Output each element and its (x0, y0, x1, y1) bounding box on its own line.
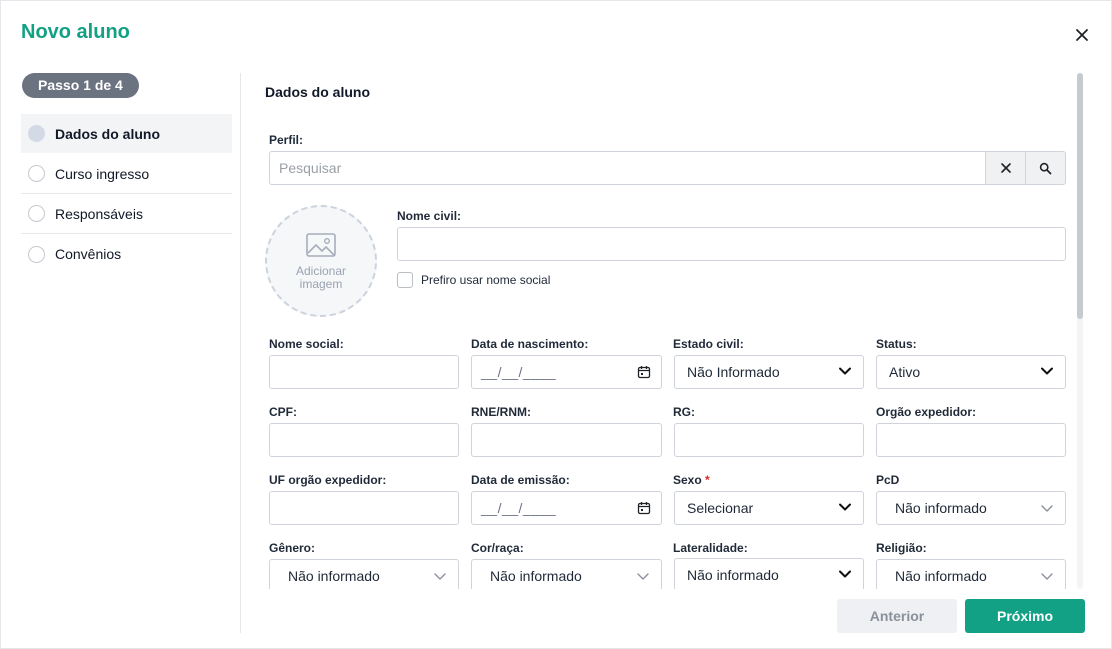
cor-raca-label: Cor/raça: (471, 541, 524, 555)
lateralidade-select[interactable]: Não informado (674, 558, 864, 589)
orgao-expedidor-label: Orgão expedidor: (876, 405, 977, 419)
nome-social-label: Nome social: (269, 337, 344, 351)
calendar-icon (637, 502, 651, 515)
pcd-select[interactable]: Não informado (876, 491, 1066, 525)
add-image-label: Adicionar imagem (295, 264, 347, 291)
genero-label: Gênero: (269, 541, 316, 555)
data-nascimento-label: Data de nascimento: (471, 337, 589, 351)
orgao-expedidor-input[interactable] (876, 423, 1066, 457)
religiao-label: Religião: (876, 541, 927, 555)
chevron-down-icon (434, 573, 446, 580)
data-emissao-label: Data de emissão: (471, 473, 570, 487)
estado-civil-value: Não Informado (687, 364, 780, 380)
estado-civil-select[interactable]: Não Informado (674, 355, 864, 389)
pcd-value: Não informado (895, 500, 987, 516)
nome-civil-label: Nome civil: (397, 209, 462, 223)
religiao-select[interactable]: Não informado (876, 559, 1066, 589)
chevron-down-icon (839, 367, 851, 375)
pcd-label: PcD (876, 473, 900, 487)
lateralidade-value: Não informado (687, 567, 779, 583)
step-responsaveis[interactable]: Responsáveis (21, 194, 232, 234)
clear-button[interactable] (985, 152, 1025, 184)
rg-input[interactable] (674, 423, 864, 457)
step-label: Convênios (55, 246, 122, 262)
step-label: Dados do aluno (55, 125, 160, 142)
scrollbar[interactable] (1077, 73, 1083, 589)
close-icon (1000, 163, 1011, 173)
chevron-down-icon (1041, 367, 1053, 375)
rne-input[interactable] (471, 423, 662, 457)
rg-label: RG: (673, 405, 695, 419)
data-emissao-input[interactable]: __/__/____ (471, 491, 662, 525)
close-icon[interactable] (1072, 25, 1092, 45)
perfil-label: Perfil: (269, 133, 304, 147)
cor-raca-value: Não informado (490, 568, 582, 584)
cor-raca-select[interactable]: Não informado (471, 559, 662, 589)
previous-button[interactable]: Anterior (837, 599, 957, 633)
checkbox-icon[interactable] (397, 272, 413, 288)
search-button[interactable] (1025, 152, 1065, 184)
data-nascimento-input[interactable]: __/__/____ (471, 355, 662, 389)
nome-social-input[interactable] (269, 355, 459, 389)
cpf-label: CPF: (269, 405, 297, 419)
section-title: Dados do aluno (265, 84, 370, 100)
step-indicator-icon (28, 245, 45, 263)
uf-orgao-input[interactable] (269, 491, 459, 525)
form-scroll-area[interactable]: Dados do aluno Perfil: Pesquisar Adicion… (241, 73, 1077, 589)
step-indicator-icon (28, 165, 45, 182)
image-icon (306, 233, 336, 257)
new-student-modal: Novo aluno Passo 1 de 4 Dados do aluno C… (0, 0, 1112, 649)
step-label: Responsáveis (55, 205, 143, 222)
date-placeholder: __/__/____ (481, 364, 557, 380)
chevron-down-icon (839, 503, 851, 511)
perfil-search-input[interactable]: Pesquisar (270, 152, 985, 184)
nome-civil-input[interactable] (397, 227, 1066, 261)
genero-value: Não informado (288, 568, 380, 584)
date-placeholder: __/__/____ (481, 500, 557, 516)
religiao-value: Não informado (895, 568, 987, 584)
step-dados-aluno[interactable]: Dados do aluno (21, 114, 232, 153)
step-indicator-icon (28, 125, 45, 142)
status-value: Ativo (889, 364, 921, 380)
search-icon (1039, 162, 1052, 174)
add-image-button[interactable]: Adicionar imagem (265, 205, 377, 317)
chevron-down-icon (1041, 505, 1053, 512)
lateralidade-label: Lateralidade: (673, 541, 748, 555)
sexo-label: Sexo * (673, 473, 710, 487)
step-badge: Passo 1 de 4 (22, 73, 139, 98)
rne-label: RNE/RNM: (471, 405, 531, 419)
stepper-list: Dados do aluno Curso ingresso Responsáve… (21, 114, 232, 274)
step-label: Curso ingresso (55, 165, 150, 182)
status-select[interactable]: Ativo (876, 355, 1066, 389)
step-indicator-icon (28, 205, 45, 222)
chevron-down-icon (839, 570, 851, 578)
chevron-down-icon (637, 573, 649, 580)
genero-select[interactable]: Não informado (269, 559, 459, 589)
nome-social-checkbox-label: Prefiro usar nome social (421, 273, 551, 287)
step-convenios[interactable]: Convênios (21, 234, 232, 274)
sexo-value: Selecionar (687, 500, 754, 516)
nome-social-checkbox[interactable]: Prefiro usar nome social (397, 272, 550, 288)
cpf-input[interactable] (269, 423, 459, 457)
calendar-icon (637, 366, 651, 379)
modal-title: Novo aluno (21, 21, 130, 43)
estado-civil-label: Estado civil: (673, 337, 744, 351)
status-label: Status: (876, 337, 917, 351)
scrollbar-thumb[interactable] (1077, 73, 1083, 319)
sexo-select[interactable]: Selecionar (674, 491, 864, 525)
uf-orgao-label: UF orgão expedidor: (269, 473, 387, 487)
required-mark: * (705, 473, 710, 487)
next-button[interactable]: Próximo (965, 599, 1085, 633)
chevron-down-icon (1041, 573, 1053, 580)
step-curso-ingresso[interactable]: Curso ingresso (21, 154, 232, 194)
perfil-search: Pesquisar (269, 151, 1066, 185)
